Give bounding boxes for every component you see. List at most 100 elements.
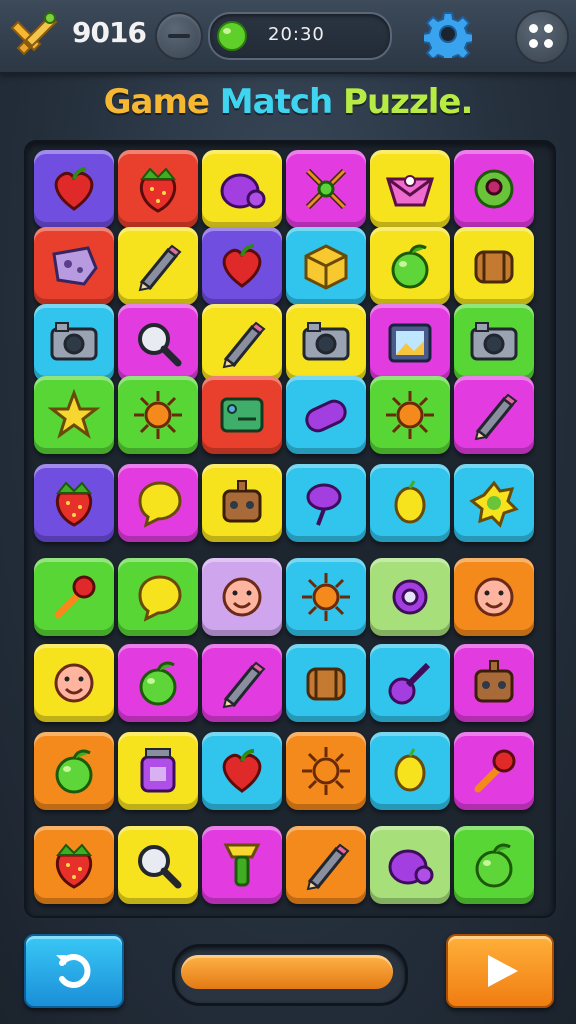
apple-icon (139, 661, 177, 706)
puzzle-tile-sun[interactable] (370, 376, 450, 454)
lemon-icon (394, 480, 426, 524)
puzzle-tile-robot[interactable] (202, 464, 282, 542)
puzzle-tile-windmill[interactable] (286, 150, 366, 228)
pencil-icon (306, 843, 350, 891)
puzzle-tile-pencil[interactable] (118, 227, 198, 305)
puzzle-tile-magnifier[interactable] (118, 304, 198, 382)
capsule-icon (305, 399, 347, 433)
heart-icon (54, 167, 94, 211)
robot-icon (222, 480, 262, 523)
camera-icon (50, 322, 98, 361)
wand-icon (474, 749, 516, 793)
puzzle-tile-envelope[interactable] (370, 150, 450, 228)
apple-icon (391, 244, 429, 289)
puzzle-tile-apple[interactable] (118, 644, 198, 722)
camera-icon (470, 322, 518, 361)
puzzle-tile-robot[interactable] (454, 644, 534, 722)
puzzle-tile-lemon[interactable] (370, 464, 450, 542)
puzzle-tile-wand[interactable] (34, 558, 114, 636)
face-icon (222, 577, 262, 617)
frame-icon (388, 323, 432, 363)
robot-icon (474, 660, 514, 703)
puzzle-tile-blob[interactable] (370, 826, 450, 904)
strawberry-icon (55, 843, 93, 889)
settings-gear-icon[interactable] (424, 10, 472, 58)
puzzle-tile-heart[interactable] (202, 732, 282, 810)
menu-dot (544, 39, 553, 48)
puzzle-tile-cup[interactable] (202, 826, 282, 904)
puzzle-tile-wand[interactable] (454, 732, 534, 810)
sun-icon (302, 573, 350, 621)
puzzle-tile-barrel[interactable] (454, 227, 534, 305)
puzzle-tile-blob[interactable] (202, 150, 282, 228)
bubble-icon (138, 575, 182, 622)
puzzle-tile-camera[interactable] (286, 304, 366, 382)
menu-dot (529, 24, 538, 33)
puzzle-tile-apple[interactable] (34, 732, 114, 810)
sword-shield-logo-icon (10, 12, 58, 56)
puzzle-tile-board[interactable] (202, 376, 282, 454)
puzzle-tile-lemon[interactable] (370, 732, 450, 810)
puzzle-tile-sun[interactable] (286, 732, 366, 810)
top-bar: 9016 20:30 (0, 0, 576, 74)
puzzle-tile-sun[interactable] (286, 558, 366, 636)
puzzle-tile-sun[interactable] (118, 376, 198, 454)
puzzle-tile-apple[interactable] (454, 826, 534, 904)
donut-icon (474, 169, 514, 209)
gear-icon (392, 579, 428, 615)
apple-icon (55, 749, 93, 794)
puzzle-tile-bubble[interactable] (118, 464, 198, 542)
minus-button[interactable] (155, 12, 203, 60)
apple-icon (475, 843, 513, 888)
puzzle-tile-bubble[interactable] (118, 558, 198, 636)
puzzle-tile-apple[interactable] (370, 227, 450, 305)
puzzle-tile-pencil[interactable] (202, 644, 282, 722)
puzzle-tile-guitar[interactable] (370, 644, 450, 722)
puzzle-tile-cube[interactable] (286, 227, 366, 305)
puzzle-tile-magnifier[interactable] (118, 826, 198, 904)
undo-icon (56, 954, 91, 988)
puzzle-tile-face[interactable] (202, 558, 282, 636)
level-progress-pill: 20:30 (208, 12, 392, 60)
puzzle-tile-strawberry[interactable] (118, 150, 198, 228)
puzzle-tile-star[interactable] (34, 376, 114, 454)
lemon-icon (394, 748, 426, 792)
puzzle-tile-lollipop[interactable] (286, 464, 366, 542)
puzzle-tile-cookie[interactable] (34, 227, 114, 305)
strawberry-icon (55, 481, 93, 527)
puzzle-tile-barrel[interactable] (286, 644, 366, 722)
puzzle-tile-heart[interactable] (34, 150, 114, 228)
puzzle-tile-strawberry[interactable] (34, 826, 114, 904)
puzzle-tile-gear[interactable] (370, 558, 450, 636)
play-button[interactable] (446, 934, 554, 1008)
puzzle-tile-pencil[interactable] (202, 304, 282, 382)
splat-icon (469, 480, 519, 528)
puzzle-tile-strawberry[interactable] (34, 464, 114, 542)
sun-icon (302, 747, 350, 795)
play-icon (488, 955, 518, 987)
bubble-icon (138, 481, 182, 528)
guitar-icon (388, 662, 431, 705)
pencil-icon (222, 321, 266, 369)
cup-icon (223, 843, 261, 887)
puzzle-tile-camera[interactable] (454, 304, 534, 382)
puzzle-tile-donut[interactable] (454, 150, 534, 228)
puzzle-tile-capsule[interactable] (286, 376, 366, 454)
menu-button[interactable] (515, 10, 569, 64)
puzzle-tile-frame[interactable] (370, 304, 450, 382)
cube-icon (304, 244, 348, 290)
puzzle-tile-jar[interactable] (118, 732, 198, 810)
puzzle-tile-pencil[interactable] (454, 376, 534, 454)
puzzle-tile-face[interactable] (454, 558, 534, 636)
progress-bar-fill (181, 955, 393, 989)
strawberry-icon (139, 167, 177, 213)
puzzle-tile-face[interactable] (34, 644, 114, 722)
puzzle-tile-camera[interactable] (34, 304, 114, 382)
undo-button[interactable] (24, 934, 124, 1008)
puzzle-tile-heart[interactable] (202, 227, 282, 305)
heart-icon (222, 749, 262, 793)
pencil-icon (138, 244, 182, 292)
puzzle-tile-pencil[interactable] (286, 826, 366, 904)
puzzle-tile-splat[interactable] (454, 464, 534, 542)
bottom-progress-bar (172, 944, 408, 1006)
